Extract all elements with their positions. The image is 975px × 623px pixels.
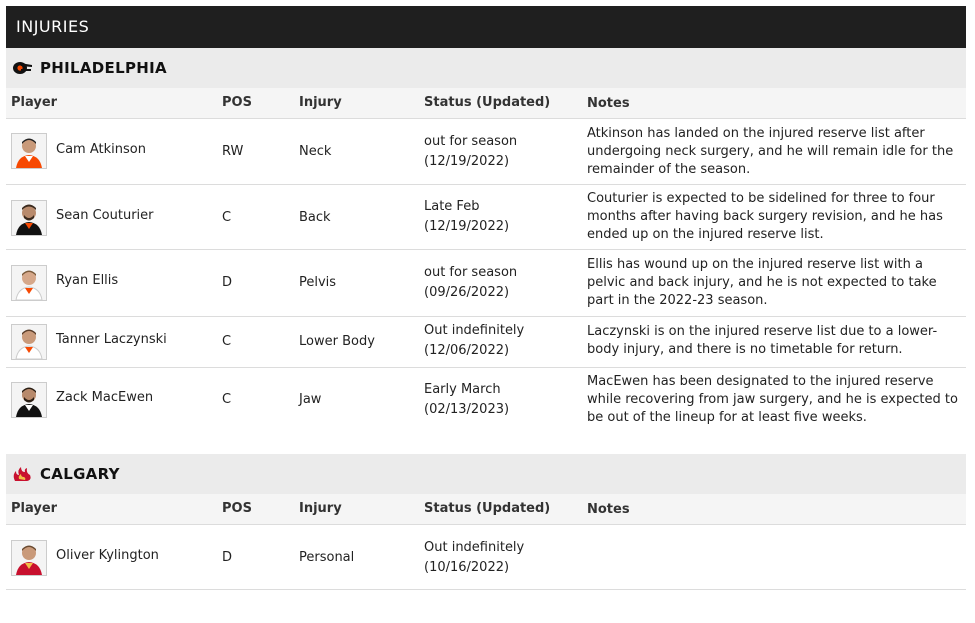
player-name[interactable]: Sean Couturier	[56, 208, 154, 223]
column-headers: Player POS Injury Status (Updated) Notes	[6, 494, 966, 525]
table-row[interactable]: Ryan Ellis D Pelvis out for season (09/2…	[6, 250, 966, 317]
avatar	[11, 382, 47, 418]
avatar	[11, 324, 47, 360]
player-notes: Ellis has wound up on the injured reserv…	[587, 257, 937, 308]
player-name[interactable]: Ryan Ellis	[56, 273, 118, 288]
col-status[interactable]: Status (Updated)	[424, 501, 550, 516]
team-header-philadelphia: PHILADELPHIA	[6, 48, 966, 88]
player-status: out for season (12/19/2022)	[424, 132, 517, 172]
player-notes: Laczynski is on the injured reserve list…	[587, 324, 938, 357]
avatar	[11, 133, 47, 169]
player-injury: Neck	[299, 144, 332, 159]
status-text: Out indefinitely	[424, 540, 525, 555]
player-injury: Jaw	[299, 392, 322, 407]
table-row[interactable]: Cam Atkinson RW Neck out for season (12/…	[6, 119, 966, 185]
table-row[interactable]: Sean Couturier C Back Late Feb (12/19/20…	[6, 185, 966, 250]
player-pos: D	[222, 550, 233, 565]
col-status[interactable]: Status (Updated)	[424, 95, 550, 110]
player-status: Out indefinitely (12/06/2022)	[424, 321, 524, 361]
team-name: PHILADELPHIA	[40, 59, 167, 77]
avatar	[11, 265, 47, 301]
flames-logo-icon	[12, 466, 32, 482]
team-header-calgary: CALGARY	[6, 454, 966, 494]
table-row[interactable]: Oliver Kylington D Personal Out indefini…	[6, 525, 966, 590]
col-player[interactable]: Player	[11, 95, 57, 110]
col-notes[interactable]: Notes	[587, 501, 959, 519]
player-name[interactable]: Zack MacEwen	[56, 390, 153, 405]
player-injury: Pelvis	[299, 275, 337, 290]
status-updated: (09/26/2022)	[424, 285, 510, 300]
player-injury: Back	[299, 210, 331, 225]
col-injury[interactable]: Injury	[299, 95, 342, 110]
status-updated: (12/19/2022)	[424, 154, 510, 169]
player-pos: C	[222, 210, 232, 225]
player-notes: Atkinson has landed on the injured reser…	[587, 126, 954, 177]
status-updated: (10/16/2022)	[424, 560, 510, 575]
col-injury[interactable]: Injury	[299, 501, 342, 516]
player-status: Early March (02/13/2023)	[424, 380, 509, 420]
avatar	[11, 540, 47, 576]
status-text: out for season	[424, 134, 518, 149]
col-pos[interactable]: POS	[222, 95, 252, 110]
player-status: Out indefinitely (10/16/2022)	[424, 538, 524, 578]
player-name[interactable]: Tanner Laczynski	[56, 332, 167, 347]
player-pos: RW	[222, 144, 244, 159]
status-text: Out indefinitely	[424, 323, 525, 338]
player-injury: Personal	[299, 550, 355, 565]
page-title: INJURIES	[6, 6, 966, 48]
table-row[interactable]: Tanner Laczynski C Lower Body Out indefi…	[6, 317, 966, 368]
player-injury: Lower Body	[299, 334, 375, 349]
status-updated: (02/13/2023)	[424, 402, 510, 417]
status-updated: (12/19/2022)	[424, 219, 510, 234]
player-pos: D	[222, 275, 233, 290]
player-notes: Couturier is expected to be sidelined fo…	[587, 191, 943, 242]
col-pos[interactable]: POS	[222, 501, 252, 516]
player-name[interactable]: Cam Atkinson	[56, 142, 146, 157]
status-text: out for season	[424, 265, 518, 280]
table-row[interactable]: Zack MacEwen C Jaw Early March (02/13/20…	[6, 368, 966, 430]
status-text: Late Feb	[424, 199, 480, 214]
avatar	[11, 200, 47, 236]
status-text: Early March	[424, 382, 501, 397]
player-notes: MacEwen has been designated to the injur…	[587, 374, 958, 425]
flyers-logo-icon	[12, 60, 32, 76]
status-updated: (12/06/2022)	[424, 343, 510, 358]
column-headers: Player POS Injury Status (Updated) Notes	[6, 88, 966, 119]
col-player[interactable]: Player	[11, 501, 57, 516]
col-notes[interactable]: Notes	[587, 95, 959, 113]
player-status: Late Feb (12/19/2022)	[424, 197, 509, 237]
player-name[interactable]: Oliver Kylington	[56, 548, 159, 563]
team-name: CALGARY	[40, 465, 120, 483]
player-status: out for season (09/26/2022)	[424, 263, 517, 303]
player-pos: C	[222, 392, 232, 407]
injuries-panel: INJURIES PHILADELPHIA Player POS Injury …	[6, 6, 966, 590]
player-pos: C	[222, 334, 232, 349]
